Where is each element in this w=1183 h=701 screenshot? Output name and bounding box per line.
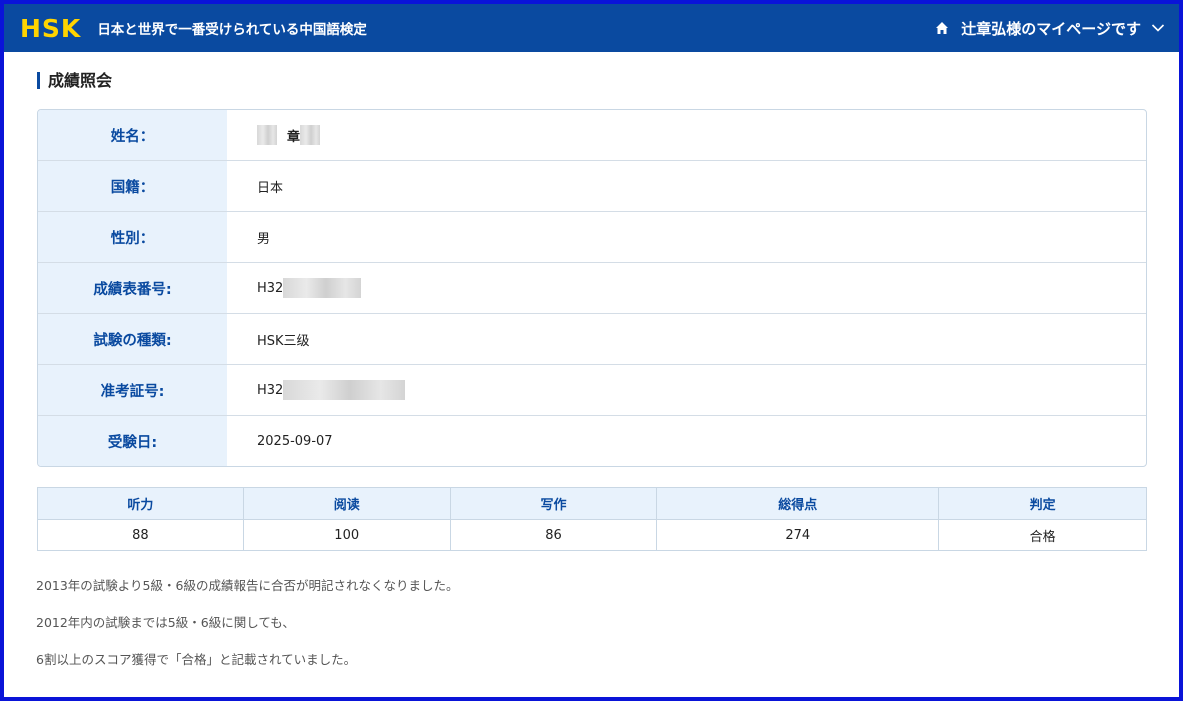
exam-type-label: 試験の種類: [38,314,227,364]
info-row-exam-date: 受験日: 2025-09-07 [38,416,1146,466]
redacted-block [283,278,362,298]
total-score: 274 [656,519,940,551]
reading-score: 100 [242,519,451,551]
report-number-prefix: H32 [257,280,284,296]
chevron-down-icon [1151,24,1165,32]
nationality-label: 国籍： [38,161,227,211]
info-row-exam-type: 試験の種類: HSK三级 [38,314,1146,365]
note-line-2: 2012年内の試験までは5級・6級に関しても、 [36,615,295,630]
gender-label: 性別： [38,212,227,262]
report-number-value: H32 [227,263,1146,313]
listening-score: 88 [37,519,244,551]
writing-score: 86 [449,519,658,551]
exam-date-value: 2025-09-07 [257,433,333,449]
page-frame: HSK 日本と世界で一番受けられている中国語検定 辻章弘様のマイページです 成績… [4,4,1179,697]
candidate-info-table: 姓名： 章 国籍： 日本 性別： 男 成績表番号: H32 試験の種類: HSK… [37,109,1147,467]
redacted-block [283,380,406,400]
exam-date-label: 受験日: [38,416,227,466]
header-writing: 写作 [449,487,658,520]
admission-number-prefix: H32 [257,382,284,398]
admission-number-label: 准考証号: [38,365,227,415]
header-reading: 阅读 [242,487,451,520]
note-line-3: 6割以上のスコア獲得で「合格」と記載されていました。 [36,652,357,667]
user-menu[interactable]: 辻章弘様のマイページです [935,18,1165,39]
name-label: 姓名： [38,110,227,160]
info-row-admission-number: 准考証号: H32 [38,365,1146,416]
exam-type-value: HSK三级 [257,333,310,349]
site-tagline: 日本と世界で一番受けられている中国語検定 [97,22,367,38]
page-title: 成績照会 [37,72,112,89]
result-value: 合格 [938,519,1147,551]
redacted-block [300,125,321,145]
header-total: 総得点 [656,487,940,520]
score-table: 听力 阅读 写作 総得点 判定 88 100 86 274 合格 [37,487,1147,551]
nationality-value: 日本 [257,180,284,196]
redacted-block [257,125,277,145]
header-listening: 听力 [37,487,244,520]
info-row-gender: 性別： 男 [38,212,1146,263]
header-result: 判定 [938,487,1147,520]
name-value: 章 [227,110,1146,160]
report-number-label: 成績表番号: [38,263,227,313]
gender-value: 男 [257,231,271,247]
admission-number-value: H32 [227,365,1146,415]
name-text: 章 [287,129,301,145]
score-value-row: 88 100 86 274 合格 [37,519,1147,551]
hsk-logo[interactable]: HSK [20,14,81,43]
info-row-nationality: 国籍： 日本 [38,161,1146,212]
user-menu-label: 辻章弘様のマイページです [961,19,1141,38]
info-row-report-number: 成績表番号: H32 [38,263,1146,314]
note-line-1: 2013年の試験より5級・6級の成績報告に合否が明記されなくなりました。 [36,578,459,593]
score-header-row: 听力 阅读 写作 総得点 判定 [37,487,1147,520]
site-header: HSK 日本と世界で一番受けられている中国語検定 辻章弘様のマイページです [4,4,1179,52]
home-icon [936,22,949,34]
info-row-name: 姓名： 章 [38,110,1146,161]
